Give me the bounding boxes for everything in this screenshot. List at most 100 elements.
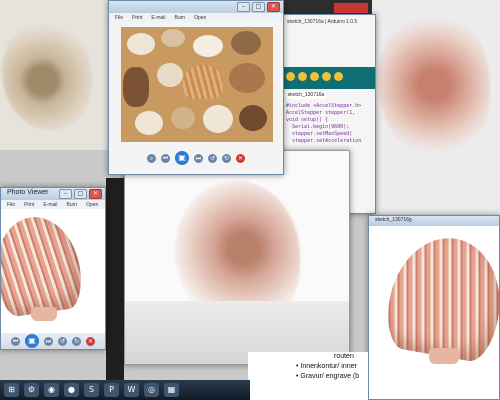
- taskbar-app-viewer[interactable]: ◎: [144, 383, 159, 397]
- scallop-shell-base: [429, 348, 459, 364]
- maximize-button[interactable]: □: [74, 189, 87, 199]
- delete-icon[interactable]: ✕: [236, 153, 245, 163]
- code-line: #include <AccelStepper.h>: [286, 103, 362, 109]
- previous-icon[interactable]: ⏮: [161, 153, 170, 163]
- taskbar-app-skype[interactable]: S: [84, 383, 99, 397]
- shell-photo-item: [229, 63, 265, 93]
- shell-photo-item: [135, 111, 163, 135]
- menu-email[interactable]: E-mail: [151, 15, 165, 21]
- menu-file[interactable]: File: [115, 15, 123, 21]
- menu-print[interactable]: Print: [24, 202, 34, 208]
- shell-photo-item: [127, 33, 155, 55]
- menu-print[interactable]: Print: [132, 15, 142, 21]
- photo-viewer-left-menubar: File Print E-mail Burn Open: [1, 200, 105, 209]
- photo-viewer-right-titlebar[interactable]: sketch_130716g: [369, 216, 499, 226]
- arduino-tab[interactable]: sketch_130716a: [286, 91, 326, 99]
- window-buttons: – □ ✕: [59, 189, 102, 199]
- taskbar-app-explorer[interactable]: ▦: [164, 383, 179, 397]
- shell-photo-item: [203, 105, 233, 133]
- code-line: stepper.setAcceleration: [286, 138, 362, 144]
- shell-photo-item: [171, 107, 195, 129]
- zoom-icon[interactable]: ⌕: [147, 153, 156, 163]
- slideshow-icon[interactable]: ▣: [175, 151, 189, 165]
- next-icon[interactable]: ⏭: [194, 153, 203, 163]
- document-window[interactable]: routen • Innenkontur/ inner • Gravur/ en…: [248, 352, 368, 400]
- photo-viewer-right[interactable]: sketch_130716g: [368, 215, 500, 400]
- background-artwork-right: [372, 0, 500, 215]
- close-button[interactable]: ✕: [267, 2, 280, 12]
- window-tab-red[interactable]: [334, 3, 368, 13]
- code-line: AccelStepper stepper(1,: [286, 110, 356, 116]
- photo-viewer-top-controls: ⌕ ⏮ ▣ ⏭ ↺ ↻ ✕: [109, 150, 283, 166]
- menu-burn[interactable]: Burn: [67, 202, 78, 208]
- rotate-right-icon[interactable]: ↻: [72, 336, 81, 346]
- photo-viewer-top-titlebar[interactable]: – □ ✕: [109, 1, 283, 13]
- document-line: • Innenkontur/ inner: [248, 362, 368, 372]
- left-shell-image-area: [1, 209, 105, 333]
- dark-vertical-bar: [106, 178, 124, 400]
- menu-open[interactable]: Open: [86, 202, 98, 208]
- document-line-text: Innenkontur/ inner: [300, 363, 357, 370]
- taskbar-app-p[interactable]: P: [104, 383, 119, 397]
- document-line-text: Gravur/ engrave (b: [300, 373, 360, 380]
- menu-email[interactable]: E-mail: [43, 202, 57, 208]
- photo-viewer-left-titlebar[interactable]: Photo Viewer – □ ✕: [1, 188, 105, 200]
- shell-photo-item: [183, 65, 223, 99]
- taskbar-app-media[interactable]: ●: [64, 383, 79, 397]
- start-button[interactable]: ⊞: [4, 383, 19, 397]
- taskbar: ⊞ ⚙ ◉ ● S P W ◎ ▦: [0, 380, 250, 400]
- photo-viewer-left-controls: ⏮ ▣ ⏭ ↺ ↻ ✕: [1, 333, 105, 349]
- taskbar-app-browser[interactable]: ◉: [44, 383, 59, 397]
- dark-background-strip: [282, 0, 372, 14]
- scallop-shell-base: [31, 307, 57, 321]
- shell-photo-item: [239, 105, 267, 131]
- code-line: void setup() {: [286, 117, 329, 123]
- photo-viewer-top[interactable]: – □ ✕ File Print E-mail Burn Open ⌕ ⏮ ▣ …: [108, 0, 284, 175]
- seashells-photo: [121, 27, 273, 142]
- maximize-button[interactable]: □: [252, 2, 265, 12]
- photo-viewer-top-menubar: File Print E-mail Burn Open: [109, 13, 283, 22]
- menu-burn[interactable]: Burn: [175, 15, 186, 21]
- menu-open[interactable]: Open: [194, 15, 206, 21]
- minimize-button[interactable]: –: [237, 2, 250, 12]
- scallop-shell-image: [1, 211, 86, 319]
- background-artwork-top-left: [0, 0, 110, 150]
- scatter-shell-cluster: [2, 20, 92, 130]
- save-icon[interactable]: [334, 72, 343, 81]
- rotate-right-icon[interactable]: ↻: [222, 153, 231, 163]
- new-icon[interactable]: [310, 72, 319, 81]
- center-art-window[interactable]: [124, 150, 350, 365]
- photo-viewer-left-title: Photo Viewer: [7, 189, 49, 196]
- open-icon[interactable]: [322, 72, 331, 81]
- arduino-title: sketch_130716a | Arduino 1.0.5: [287, 19, 358, 25]
- document-line: • Gravur/ engrave (b: [248, 372, 368, 382]
- photo-viewer-left[interactable]: Photo Viewer – □ ✕ File Print E-mail Bur…: [0, 187, 106, 350]
- shell-photo-item: [161, 29, 185, 47]
- scallop-shell-image: [381, 229, 499, 365]
- verify-icon[interactable]: [286, 72, 295, 81]
- next-icon[interactable]: ⏭: [44, 336, 53, 346]
- slideshow-icon[interactable]: ▣: [25, 334, 39, 348]
- rotate-left-icon[interactable]: ↺: [208, 153, 217, 163]
- right-shell-image-area: [369, 226, 499, 399]
- previous-icon[interactable]: ⏮: [11, 336, 20, 346]
- code-line: Serial.begin(9600);: [286, 124, 350, 130]
- upload-icon[interactable]: [298, 72, 307, 81]
- scatter-shell-pink: [378, 10, 490, 160]
- photo-viewer-right-title: sketch_130716g: [375, 217, 412, 223]
- shell-photo-item: [193, 35, 223, 57]
- rotate-left-icon[interactable]: ↺: [58, 336, 67, 346]
- window-buttons: – □ ✕: [237, 2, 280, 12]
- close-button[interactable]: ✕: [89, 189, 102, 199]
- menu-file[interactable]: File: [7, 202, 15, 208]
- shell-photo-item: [231, 31, 261, 55]
- minimize-button[interactable]: –: [59, 189, 72, 199]
- code-line: stepper.setMaxSpeed(: [286, 131, 353, 137]
- shell-photo-item: [123, 67, 149, 107]
- document-line: routen: [334, 353, 354, 360]
- shell-photo-item: [157, 63, 183, 87]
- delete-icon[interactable]: ✕: [86, 336, 95, 346]
- arduino-toolbar: [283, 67, 375, 89]
- taskbar-app-word[interactable]: W: [124, 383, 139, 397]
- taskbar-app-settings[interactable]: ⚙: [24, 383, 39, 397]
